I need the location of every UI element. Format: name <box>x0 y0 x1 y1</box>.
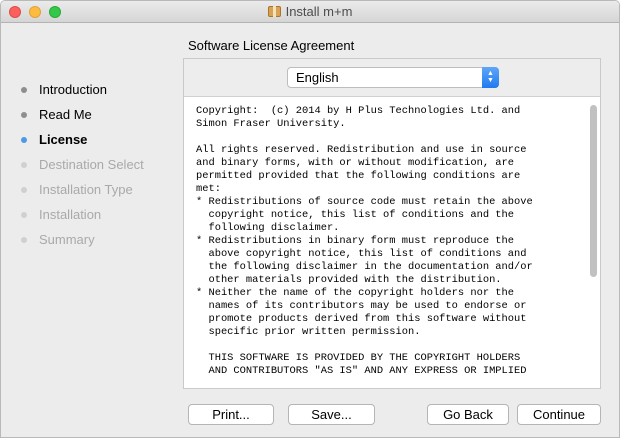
language-value: English <box>296 70 339 85</box>
step-label: Summary <box>39 232 95 247</box>
step-dot-icon <box>21 237 27 243</box>
step-dot-icon <box>21 87 27 93</box>
window-title-text: Install m+m <box>285 4 353 19</box>
step-label: Introduction <box>39 82 107 97</box>
continue-button[interactable]: Continue <box>517 404 601 425</box>
step-label: License <box>39 132 88 147</box>
vertical-scrollbar[interactable] <box>590 105 597 379</box>
step-dot-icon <box>21 212 27 218</box>
installer-window: Install m+m Software License Agreement I… <box>0 0 620 438</box>
step-dot-icon <box>21 112 27 118</box>
license-text[interactable]: Copyright: (c) 2014 by H Plus Technologi… <box>196 105 576 383</box>
language-select[interactable]: English ▲ ▼ <box>287 67 499 88</box>
license-panel: English ▲ ▼ Copyright: (c) 2014 by H Plus… <box>183 58 601 389</box>
save-button[interactable]: Save... <box>288 404 375 425</box>
language-bar: English ▲ ▼ <box>184 59 600 97</box>
step-dot-icon <box>21 187 27 193</box>
step-label: Installation <box>39 207 102 222</box>
package-icon <box>267 6 281 17</box>
page-title: Software License Agreement <box>188 38 355 53</box>
print-button[interactable]: Print... <box>188 404 274 425</box>
step-label: Read Me <box>39 107 92 122</box>
step-label: Destination Select <box>39 157 144 172</box>
popup-chevron-icon: ▲ ▼ <box>482 67 499 88</box>
title-bar[interactable]: Install m+m <box>1 1 619 23</box>
step-label: Installation Type <box>39 182 133 197</box>
window-title: Install m+m <box>1 4 619 19</box>
scrollbar-thumb[interactable] <box>590 105 597 277</box>
step-dot-icon <box>21 137 27 143</box>
go-back-button[interactable]: Go Back <box>427 404 509 425</box>
step-dot-icon <box>21 162 27 168</box>
